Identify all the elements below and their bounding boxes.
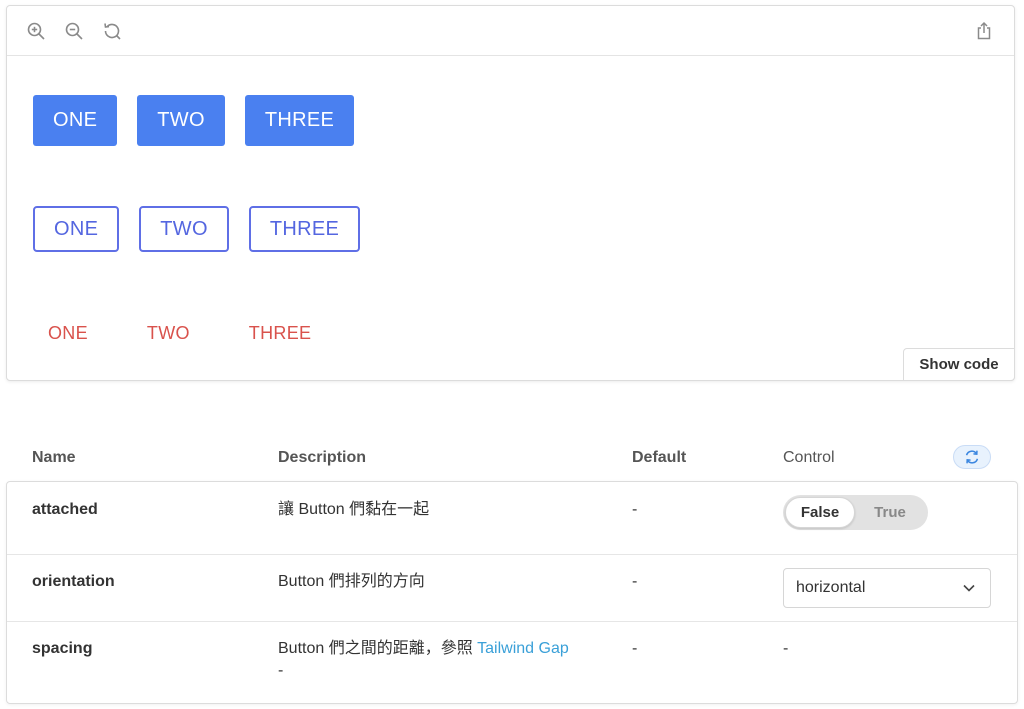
reset-controls-button[interactable]	[953, 445, 991, 469]
prop-name: attached	[32, 501, 98, 518]
solid-button-group: ONE TWO THREE	[33, 95, 374, 146]
solid-button-two[interactable]: TWO	[137, 95, 225, 146]
column-header-control: Control	[783, 449, 835, 466]
prop-default: -	[632, 640, 638, 657]
orientation-select-value: horizontal	[796, 579, 866, 596]
table-row: orientation Button 們排列的方向 - horizontal	[7, 555, 1017, 622]
outline-button-group: ONE TWO THREE	[33, 206, 380, 252]
toggle-option-true[interactable]: True	[855, 497, 925, 528]
refresh-icon	[965, 450, 979, 464]
column-header-name: Name	[32, 449, 76, 466]
prop-name: spacing	[32, 640, 93, 657]
props-table: attached 讓 Button 們黏在一起 - False True ori…	[6, 481, 1018, 704]
prop-description: 讓 Button 們黏在一起	[278, 501, 430, 518]
zoom-out-icon[interactable]	[64, 21, 84, 41]
outline-button-three[interactable]: THREE	[248, 206, 361, 252]
toggle-option-false[interactable]: False	[785, 497, 855, 528]
prop-default: -	[632, 573, 638, 590]
ghost-button-group: ONE TWO THREE	[33, 315, 355, 351]
table-row: spacing Button 們之間的距離，參照 Tailwind Gap - …	[7, 622, 1017, 704]
attached-toggle[interactable]: False True	[783, 495, 928, 530]
show-code-button[interactable]: Show code	[903, 348, 1015, 381]
ghost-button-one[interactable]: ONE	[33, 315, 103, 351]
tailwind-gap-link[interactable]: Tailwind Gap	[477, 640, 569, 657]
prop-control-empty: -	[783, 640, 789, 657]
solid-button-one[interactable]: ONE	[33, 95, 118, 146]
zoom-in-icon[interactable]	[26, 21, 46, 41]
preview-toolbar	[7, 6, 1014, 56]
prop-description: Button 們之間的距離，參照 Tailwind Gap -	[278, 638, 598, 682]
column-header-default: Default	[632, 449, 687, 466]
ghost-button-three[interactable]: THREE	[234, 315, 327, 351]
prop-default: -	[632, 501, 638, 518]
prop-description-suffix: -	[278, 662, 284, 679]
solid-button-three[interactable]: THREE	[244, 95, 355, 146]
column-header-description: Description	[278, 449, 367, 466]
chevron-down-icon	[963, 584, 975, 592]
prop-name: orientation	[32, 573, 115, 590]
prop-description: Button 們排列的方向	[278, 573, 425, 590]
outline-button-one[interactable]: ONE	[33, 206, 120, 252]
preview-panel: ONE TWO THREE ONE TWO THREE ONE TWO THRE…	[6, 5, 1015, 381]
refresh-icon[interactable]	[102, 21, 122, 41]
outline-button-two[interactable]: TWO	[139, 206, 229, 252]
table-row: attached 讓 Button 們黏在一起 - False True	[7, 482, 1017, 555]
preview-canvas: ONE TWO THREE ONE TWO THREE ONE TWO THRE…	[7, 57, 1014, 381]
prop-description-text: Button 們之間的距離，參照	[278, 640, 478, 657]
orientation-select[interactable]: horizontal	[783, 568, 991, 608]
ghost-button-two[interactable]: TWO	[132, 315, 205, 351]
share-icon[interactable]	[974, 21, 994, 41]
